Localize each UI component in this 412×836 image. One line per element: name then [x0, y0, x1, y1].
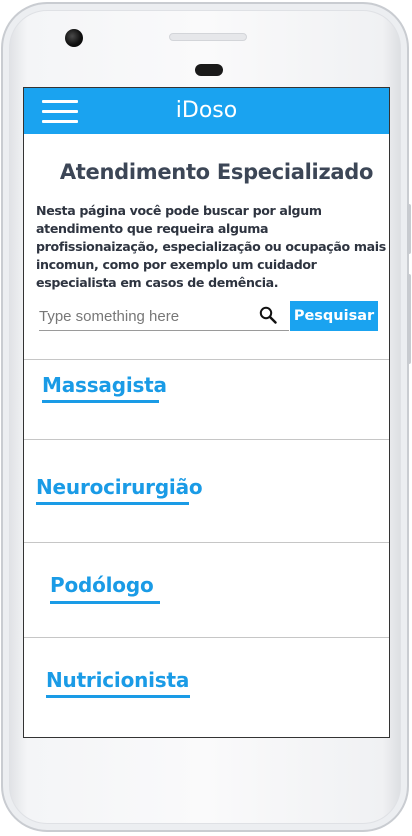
app-title: iDoso	[175, 98, 238, 123]
category-link-massagista[interactable]: Massagista	[42, 373, 167, 397]
divider	[24, 542, 389, 543]
link-underline	[50, 601, 160, 604]
search-icon[interactable]	[259, 306, 277, 324]
category-link-nutricionista[interactable]: Nutricionista	[46, 668, 189, 692]
search-button[interactable]: Pesquisar	[290, 301, 378, 331]
page-description: Nesta página você pode buscar por algum …	[36, 203, 386, 290]
link-underline	[42, 400, 159, 403]
earpiece-speaker	[195, 64, 223, 76]
page-title: Atendimento Especializado	[59, 160, 374, 184]
search-input[interactable]	[39, 302, 289, 331]
category-link-podologo[interactable]: Podólogo	[50, 573, 154, 597]
divider	[24, 439, 389, 440]
power-button	[407, 274, 411, 364]
link-underline	[46, 695, 190, 698]
front-camera	[65, 29, 83, 47]
link-underline	[36, 502, 189, 505]
app-bar: iDoso	[24, 88, 389, 134]
category-link-neurocirurgiao[interactable]: Neurocirurgião	[36, 475, 203, 499]
divider	[24, 637, 389, 638]
volume-button	[407, 204, 411, 254]
app-screen: iDoso Atendimento Especializado Nesta pá…	[23, 87, 390, 738]
sensor-bar	[169, 33, 247, 41]
divider	[24, 359, 389, 360]
